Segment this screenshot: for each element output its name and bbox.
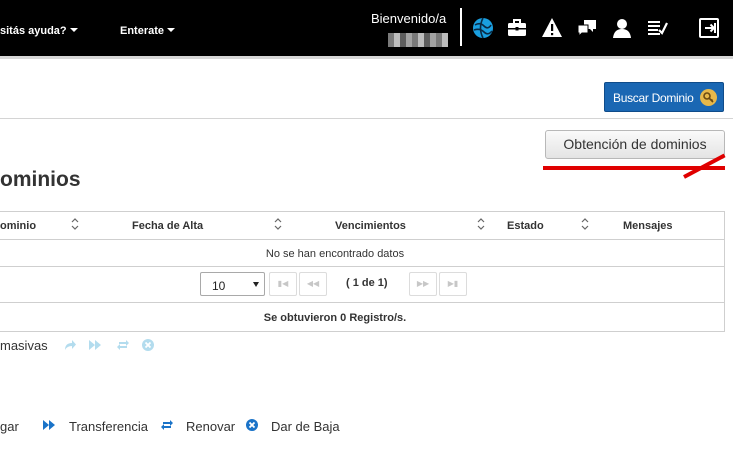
transfer-icon	[42, 418, 56, 432]
key-icon	[700, 89, 717, 106]
renew-icon[interactable]	[116, 338, 130, 352]
help-menu-label: sitás ayuda?	[0, 25, 67, 37]
search-domain-button[interactable]: Buscar Dominio	[604, 82, 724, 112]
table-right-border	[724, 211, 725, 331]
sort-icon[interactable]	[580, 217, 590, 231]
column-header-vencimientos[interactable]: Vencimientos	[335, 220, 406, 232]
page-size-value: 10	[212, 279, 226, 293]
search-domain-label: Buscar Dominio	[613, 91, 694, 105]
logout-icon[interactable]	[698, 17, 720, 39]
redacted-username	[388, 33, 448, 47]
transfer-icon[interactable]	[88, 338, 102, 352]
legend-label-transferencia: Transferencia	[69, 419, 148, 434]
legend-label-delegar: gar	[0, 419, 19, 434]
globe-icon[interactable]	[472, 17, 494, 39]
sort-icon[interactable]	[476, 217, 486, 231]
cancel-icon	[245, 418, 259, 432]
top-nav-bar: sitás ayuda? Enterate Bienvenido/a	[0, 0, 733, 56]
record-count: Se obtuvieron 0 Registro/s.	[263, 312, 407, 324]
table-top-border	[0, 211, 725, 212]
next-page-button[interactable]: ▶▶	[409, 272, 437, 296]
page-info: ( 1 de 1)	[346, 277, 388, 289]
table-row-divider	[0, 239, 725, 240]
chat-bubbles-icon[interactable]	[576, 17, 598, 39]
page-title: ominios	[0, 168, 81, 191]
page-size-select[interactable]: 10	[200, 272, 265, 296]
help-menu[interactable]: sitás ayuda?	[0, 25, 78, 37]
column-header-mensajes[interactable]: Mensajes	[623, 220, 673, 232]
column-header-estado[interactable]: Estado	[507, 220, 544, 232]
sort-icon[interactable]	[273, 217, 283, 231]
table-bottom-border	[0, 331, 725, 332]
dropdown-arrow-icon	[253, 282, 259, 287]
first-page-button[interactable]: ▮◀	[269, 272, 297, 296]
table-row-divider	[0, 302, 725, 303]
welcome-text: Bienvenido/a	[371, 11, 447, 26]
nav-divider	[460, 8, 462, 46]
warning-icon[interactable]	[541, 17, 563, 39]
obtain-domains-button[interactable]: Obtención de dominios	[545, 130, 725, 159]
redirect-icon[interactable]	[63, 338, 77, 352]
caret-down-icon	[69, 28, 78, 32]
table-row-divider	[0, 266, 725, 267]
caret-down-icon	[167, 28, 176, 32]
column-header-fecha-alta[interactable]: Fecha de Alta	[132, 220, 203, 232]
news-menu-label: Enterate	[120, 25, 165, 37]
news-menu[interactable]: Enterate	[120, 25, 176, 37]
checklist-icon[interactable]	[646, 17, 668, 39]
user-icon[interactable]	[611, 17, 633, 39]
cancel-icon[interactable]	[141, 338, 155, 352]
empty-table-message: No se han encontrado datos	[265, 248, 405, 260]
legend-label-dar-de-baja: Dar de Baja	[271, 419, 340, 434]
renew-icon	[160, 418, 174, 432]
sort-icon[interactable]	[70, 217, 80, 231]
briefcase-icon[interactable]	[506, 17, 528, 39]
topbar-shadow	[0, 56, 733, 59]
separator	[0, 118, 733, 119]
legend-label-renovar: Renovar	[186, 419, 236, 434]
bulk-actions-label: masivas	[0, 338, 48, 353]
previous-page-button[interactable]: ◀◀	[299, 272, 327, 296]
column-header-dominio[interactable]: ominio	[0, 220, 36, 232]
last-page-button[interactable]: ▶▮	[439, 272, 467, 296]
